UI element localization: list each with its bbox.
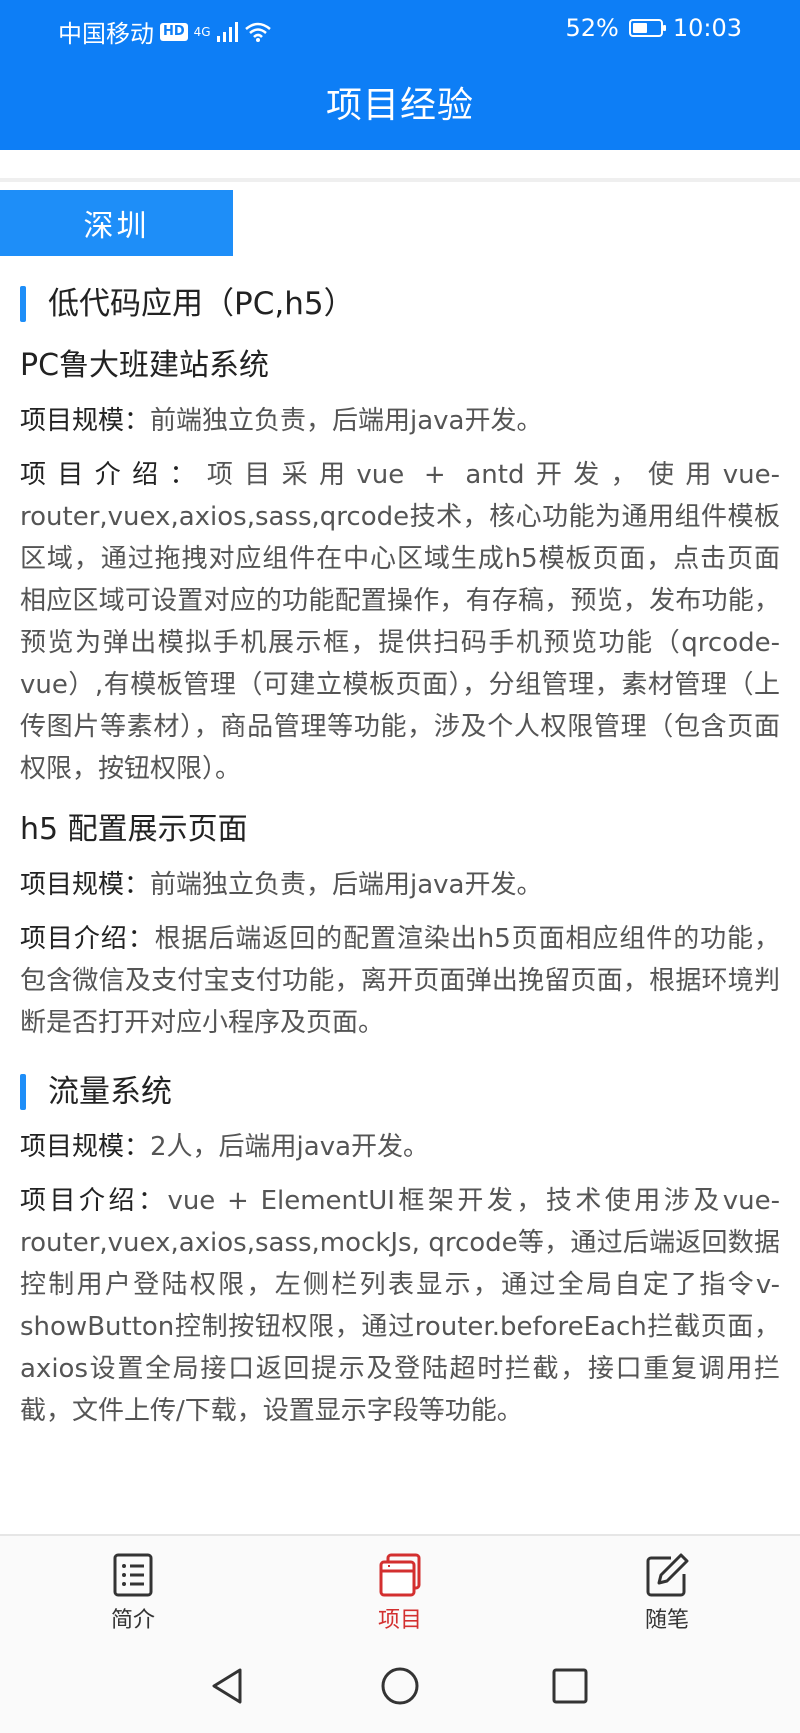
tab-label: 随笔 <box>644 1608 689 1633</box>
header-divider <box>0 178 800 182</box>
signal-icon <box>216 21 238 42</box>
intro-label: 项目介绍： <box>20 460 207 490</box>
scale-text: 2人，后端用java开发。 <box>150 1132 430 1162</box>
project-intro: 项目介绍：vue + ElementUI框架开发，技术使用涉及vue-route… <box>20 1180 780 1432</box>
tab-projects[interactable]: 项目 <box>310 1536 490 1646</box>
status-bar: 中国移动 HD 4G 52% 10:03 <box>0 10 800 48</box>
scale-text: 前端独立负责，后端用java开发。 <box>150 406 543 436</box>
tab-intro[interactable]: 简介 <box>43 1536 223 1646</box>
wifi-icon <box>244 22 271 42</box>
section-accent-bar <box>20 1074 26 1110</box>
battery-percent: 52% <box>565 14 619 42</box>
carrier-label: 中国移动 <box>58 20 154 48</box>
battery-icon <box>628 19 666 37</box>
intro-label: 项目介绍： <box>20 924 155 954</box>
project-scale: 项目规模：2人，后端用java开发。 <box>20 1126 780 1168</box>
tab-notes[interactable]: 随笔 <box>577 1536 757 1646</box>
section-heading-text: 低代码应用（PC,h5） <box>48 286 355 322</box>
intro-text: 项目采用vue + antd开发，使用vue-router,vuex,axios… <box>20 460 780 784</box>
edit-icon <box>646 1553 689 1597</box>
project-scale: 项目规模：前端独立负责，后端用java开发。 <box>20 864 780 906</box>
scale-label: 项目规模： <box>20 870 151 900</box>
main-content: 深圳 低代码应用（PC,h5） PC鲁大班建站系统 项目规模：前端独立负责，后端… <box>0 190 800 1432</box>
project-scale: 项目规模：前端独立负责，后端用java开发。 <box>20 400 780 442</box>
scale-label: 项目规模： <box>20 406 151 436</box>
section-heading-traffic: 流量系统 <box>20 1070 800 1114</box>
section-heading-low-code: 低代码应用（PC,h5） <box>20 282 800 326</box>
tab-label: 项目 <box>377 1608 422 1633</box>
intro-text: vue + ElementUI框架开发，技术使用涉及vue-router,vue… <box>20 1186 780 1426</box>
project-title: PC鲁大班建站系统 <box>20 348 270 383</box>
network-type: 4G <box>193 24 211 39</box>
hd-badge: HD <box>160 22 188 41</box>
project-title: h5 配置展示页面 <box>20 812 248 847</box>
tab-label: 简介 <box>110 1608 155 1633</box>
section-accent-bar <box>20 286 26 322</box>
list-icon <box>113 1553 153 1597</box>
system-nav-bar <box>0 1644 800 1733</box>
project-intro: 项目介绍：项目采用vue + antd开发，使用vue-router,vuex,… <box>20 454 780 790</box>
bottom-tab-bar: 简介 项目 随笔 <box>0 1534 800 1646</box>
back-triangle-icon[interactable] <box>206 1664 250 1708</box>
intro-label: 项目介绍： <box>20 1186 168 1216</box>
section-heading-text: 流量系统 <box>48 1074 172 1110</box>
battery-level <box>632 23 647 33</box>
project-stack-icon <box>379 1553 421 1597</box>
recents-square-icon[interactable] <box>548 1664 592 1708</box>
page-title: 项目经验 <box>325 85 474 126</box>
project-intro: 项目介绍：根据后端返回的配置渲染出h5页面相应组件的功能，包含微信及支付宝支付功… <box>20 918 780 1044</box>
scale-text: 前端独立负责，后端用java开发。 <box>150 870 543 900</box>
clock: 10:03 <box>672 14 742 42</box>
scale-label: 项目规模： <box>20 1132 151 1162</box>
city-tag[interactable]: 深圳 <box>0 190 233 256</box>
home-circle-icon[interactable] <box>378 1664 422 1708</box>
top-header: 中国移动 HD 4G 52% 10:03 项目经验 <box>0 0 800 150</box>
